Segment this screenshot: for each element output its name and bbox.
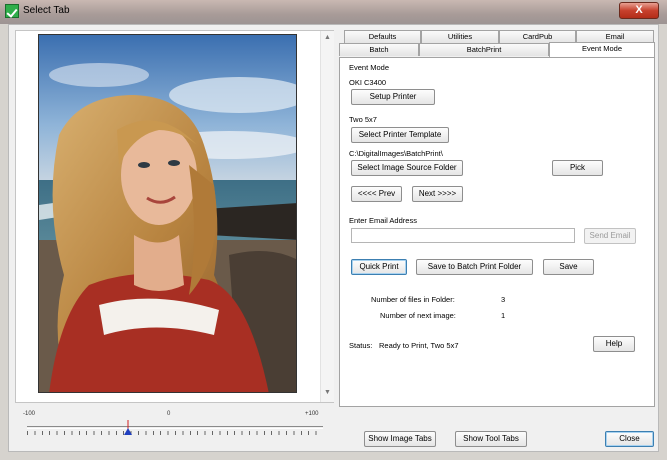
slider-ticks (27, 431, 323, 435)
image-scrollbar[interactable]: ▲ ▼ (320, 31, 334, 402)
tab-batchprint[interactable]: BatchPrint (419, 43, 549, 56)
scroll-up-arrow-icon[interactable]: ▲ (324, 34, 331, 41)
status-label: Status: (349, 341, 373, 350)
image-preview-panel: ▲ ▼ (15, 30, 334, 403)
help-button[interactable]: Help (593, 336, 635, 352)
slider-max-label: +100 (305, 411, 319, 417)
tab-defaults[interactable]: Defaults (344, 30, 421, 43)
window-close-button[interactable]: X (619, 2, 659, 19)
status-value: Ready to Print, Two 5x7 (379, 341, 459, 350)
slider-thumb-icon[interactable] (124, 420, 132, 435)
next-image-label: Number of next image: (380, 311, 456, 320)
quick-print-button[interactable]: Quick Print (351, 259, 407, 275)
printer-name: OKI C3400 (349, 78, 387, 87)
select-image-source-folder-button[interactable]: Select Image Source Folder (351, 160, 463, 176)
tab-event-mode[interactable]: Event Mode (549, 42, 655, 57)
tab-utilities[interactable]: Utilities (421, 30, 499, 43)
portrait-photo (38, 34, 297, 393)
next-button[interactable]: Next >>>> (412, 186, 463, 202)
slider-min-label: -100 (23, 411, 36, 417)
email-label: Enter Email Address (349, 216, 417, 225)
slider-mid-label: 0 (167, 411, 171, 417)
files-in-folder-label: Number of files in Folder: (371, 295, 455, 304)
show-image-tabs-button[interactable]: Show Image Tabs (364, 431, 436, 447)
show-tool-tabs-button[interactable]: Show Tool Tabs (455, 431, 527, 447)
green-check-icon (5, 4, 19, 18)
scroll-down-arrow-icon[interactable]: ▼ (324, 389, 331, 396)
pick-button[interactable]: Pick (552, 160, 603, 176)
tab-batch[interactable]: Batch (339, 43, 419, 56)
send-email-button[interactable]: Send Email (584, 228, 636, 244)
dialog-client-area: ▲ ▼ -100 0 +100 Defaults Utilities CardP… (8, 24, 659, 452)
event-mode-panel: Event Mode OKI C3400 Setup Printer Two 5… (339, 57, 655, 407)
panel-heading: Event Mode (349, 63, 390, 72)
save-button[interactable]: Save (543, 259, 594, 275)
close-button[interactable]: Close (605, 431, 654, 447)
tab-control: Defaults Utilities CardPub Email Batch B… (339, 30, 655, 407)
source-folder-path: C:\DigitalImages\BatchPrint\ (349, 149, 443, 158)
template-name: Two 5x7 (349, 115, 377, 124)
save-to-batch-print-folder-button[interactable]: Save to Batch Print Folder (416, 259, 533, 275)
setup-printer-button[interactable]: Setup Printer (351, 89, 435, 105)
title-bar: Select Tab X (0, 0, 667, 24)
email-input[interactable] (351, 228, 575, 243)
files-in-folder-value: 3 (501, 295, 506, 304)
next-image-value: 1 (501, 311, 506, 320)
prev-button[interactable]: <<<< Prev (351, 186, 402, 202)
adjustment-slider[interactable]: -100 0 +100 (17, 408, 327, 448)
window-title: Select Tab (23, 5, 70, 16)
slider-track[interactable] (27, 426, 323, 429)
select-printer-template-button[interactable]: Select Printer Template (351, 127, 449, 143)
